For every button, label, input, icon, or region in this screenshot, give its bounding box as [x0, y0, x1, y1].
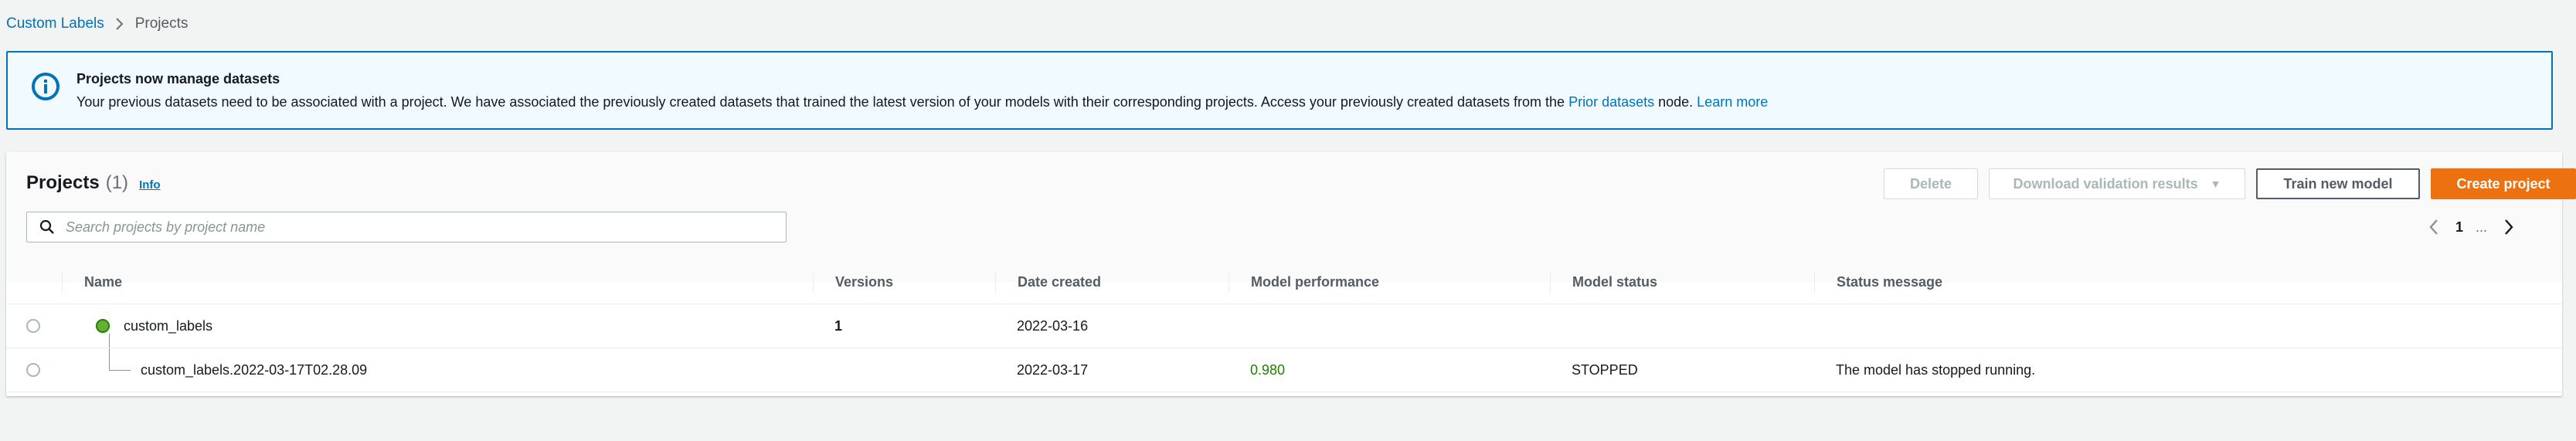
- table-header: Name Versions Date created Model perform…: [6, 260, 2562, 304]
- learn-more-link[interactable]: Learn more: [1697, 94, 1768, 110]
- banner-message: Your previous datasets need to be associ…: [76, 94, 1768, 110]
- row-select-radio[interactable]: [26, 319, 40, 333]
- info-link[interactable]: Info: [139, 178, 161, 192]
- download-validation-results-button[interactable]: Download validation results ▼: [1989, 168, 2245, 199]
- column-status-message[interactable]: Status message: [1814, 271, 2562, 293]
- create-button-label: Create project: [2456, 175, 2551, 192]
- search-field: [26, 212, 787, 243]
- project-status-icon: [96, 304, 110, 348]
- column-model-status[interactable]: Model status: [1550, 271, 1814, 293]
- model-status-cell: STOPPED: [1572, 361, 1638, 378]
- breadcrumb: Custom Labels Projects: [6, 14, 188, 34]
- project-count: (1): [105, 172, 129, 193]
- download-button-label: Download validation results: [2013, 175, 2198, 192]
- banner-text-1: Your previous datasets need to be associ…: [76, 94, 1569, 110]
- versions-cell: 1: [834, 317, 843, 334]
- train-new-model-button[interactable]: Train new model: [2256, 168, 2420, 199]
- status-message-cell: The model has stopped running.: [1836, 361, 2036, 378]
- caret-down-icon: ▼: [2210, 178, 2221, 190]
- page-ellipsis: ...: [2476, 219, 2488, 235]
- table-row[interactable]: custom_labels.2022-03-17T02.28.09 2022-0…: [6, 348, 2562, 392]
- panel-title: Projects (1) Info: [26, 172, 161, 194]
- train-button-label: Train new model: [2283, 175, 2393, 192]
- table-row[interactable]: custom_labels 1 2022-03-16: [6, 304, 2562, 348]
- tree-connector: [109, 370, 131, 371]
- next-page-icon[interactable]: [2500, 214, 2518, 240]
- breadcrumb-projects: Projects: [134, 15, 189, 32]
- search-input[interactable]: [64, 218, 763, 236]
- page-number[interactable]: 1: [2455, 219, 2463, 236]
- model-version-link[interactable]: custom_labels.2022-03-17T02.28.09: [141, 348, 367, 392]
- delete-button-label: Delete: [1909, 175, 1952, 192]
- info-banner: Projects now manage datasets Your previo…: [6, 51, 2553, 130]
- breadcrumb-custom-labels[interactable]: Custom Labels: [6, 15, 104, 32]
- search-icon: [39, 219, 54, 234]
- info-icon: [32, 73, 59, 100]
- banner-title: Projects now manage datasets: [76, 71, 280, 87]
- project-name-link[interactable]: custom_labels: [124, 304, 212, 348]
- previous-page-icon[interactable]: [2425, 214, 2443, 240]
- banner-text-2: node.: [1654, 94, 1698, 110]
- column-name[interactable]: Name: [62, 271, 813, 293]
- column-date-created[interactable]: Date created: [995, 271, 1229, 293]
- row-select-radio[interactable]: [26, 363, 40, 377]
- pagination: 1 ...: [2425, 214, 2518, 240]
- date-created-cell: 2022-03-17: [1017, 361, 1089, 378]
- column-versions[interactable]: Versions: [813, 271, 995, 293]
- delete-button[interactable]: Delete: [1884, 168, 1978, 199]
- tree-connector: [109, 348, 110, 370]
- create-project-button[interactable]: Create project: [2431, 168, 2576, 199]
- panel-title-text: Projects: [26, 172, 100, 193]
- date-created-cell: 2022-03-16: [1017, 317, 1089, 334]
- chevron-right-icon: [115, 17, 124, 31]
- model-performance-cell: 0.980: [1250, 361, 1286, 378]
- column-model-performance[interactable]: Model performance: [1229, 271, 1550, 293]
- projects-panel: Projects (1) Info Delete Download validati…: [6, 152, 2576, 396]
- prior-datasets-link[interactable]: Prior datasets: [1568, 94, 1654, 110]
- tree-connector: [109, 334, 110, 348]
